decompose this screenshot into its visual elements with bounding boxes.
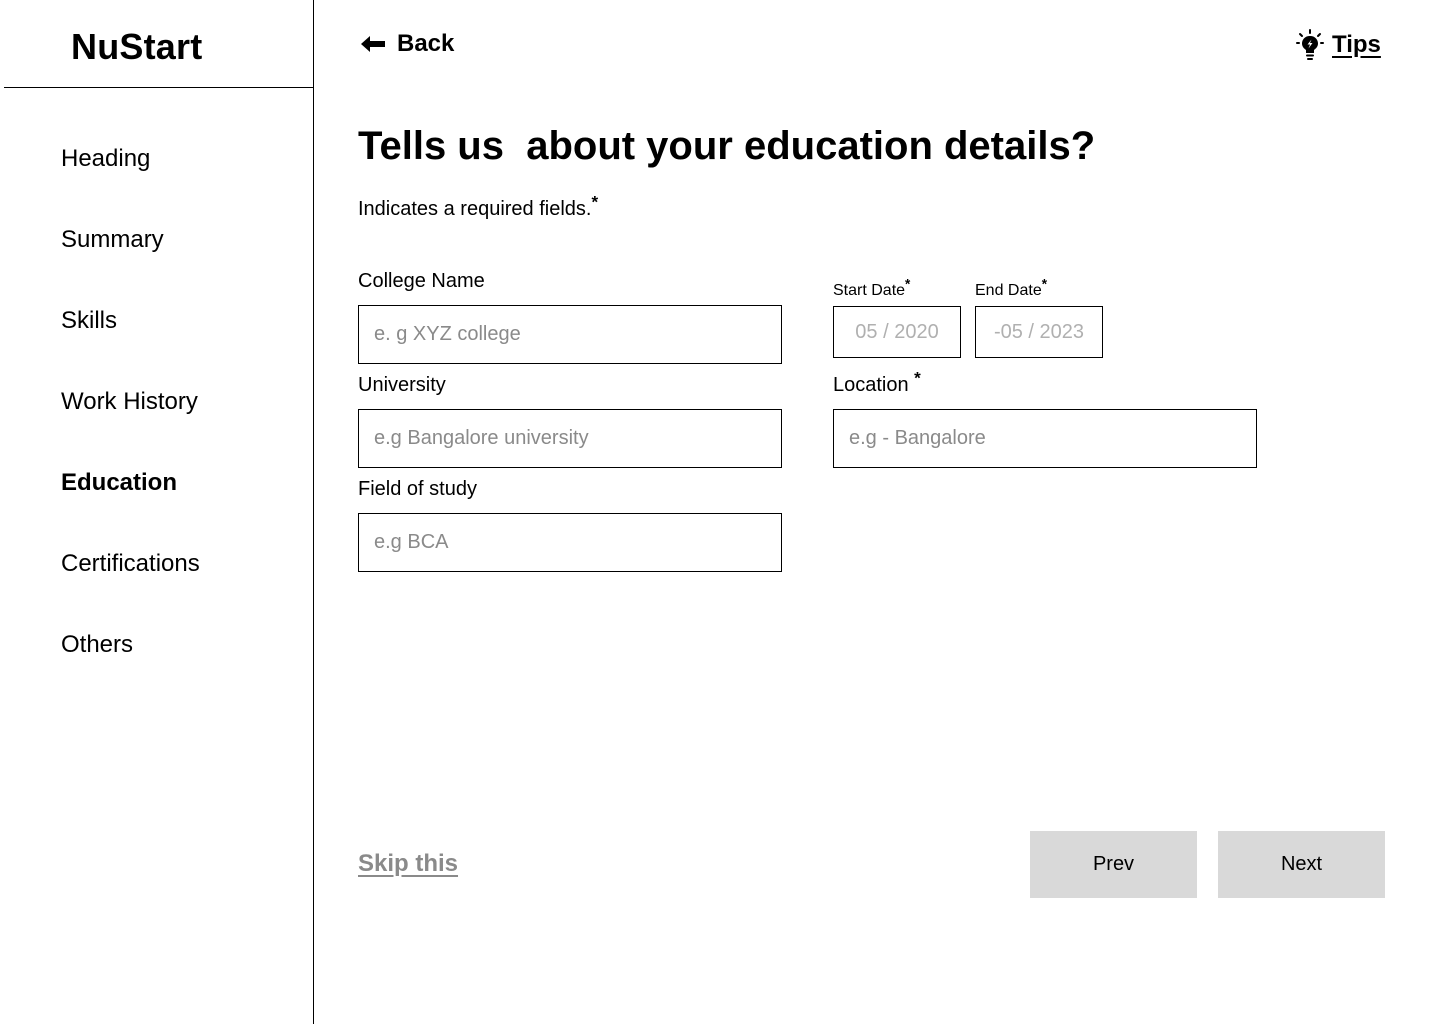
sidebar-item-others[interactable]: Others xyxy=(61,631,133,659)
start-date-label-text: Start Date xyxy=(833,282,906,299)
required-note-text: Indicates a required fields. xyxy=(358,198,592,220)
college-name-label: College Name xyxy=(358,270,485,292)
arrow-left-icon xyxy=(361,36,385,52)
location-label: Location * xyxy=(833,369,921,397)
sidebar-item-heading[interactable]: Heading xyxy=(61,145,150,173)
sidebar: NuStart Heading Summary Skills Work Hist… xyxy=(0,0,314,1024)
end-date-required-marker: * xyxy=(1041,276,1048,292)
back-button[interactable]: Back xyxy=(359,30,454,58)
main-content: Back Tips Tells us about your education … xyxy=(314,0,1440,1024)
required-marker: * xyxy=(591,192,599,212)
brand-header: NuStart xyxy=(4,0,314,88)
location-input[interactable] xyxy=(833,409,1257,468)
field-of-study-label: Field of study xyxy=(358,478,477,500)
end-date-label: End Date* xyxy=(975,277,1047,300)
next-button[interactable]: Next xyxy=(1218,831,1385,898)
required-fields-note: Indicates a required fields.* xyxy=(358,193,598,221)
end-date-label-text: End Date xyxy=(975,282,1042,299)
university-input[interactable] xyxy=(358,409,782,468)
prev-button[interactable]: Prev xyxy=(1030,831,1197,898)
sidebar-item-summary[interactable]: Summary xyxy=(61,226,164,254)
tips-label: Tips xyxy=(1332,31,1381,58)
brand-logo[interactable]: NuStart xyxy=(71,26,202,68)
sidebar-item-certifications[interactable]: Certifications xyxy=(61,550,200,578)
tips-link[interactable]: Tips xyxy=(1296,29,1381,61)
sidebar-item-skills[interactable]: Skills xyxy=(61,307,117,335)
field-of-study-input[interactable] xyxy=(358,513,782,572)
lightbulb-icon xyxy=(1296,29,1324,60)
location-label-text: Location xyxy=(833,374,915,396)
sidebar-item-education[interactable]: Education xyxy=(61,469,177,497)
skip-this-link[interactable]: Skip this xyxy=(358,850,458,878)
college-name-input[interactable] xyxy=(358,305,782,364)
university-label: University xyxy=(358,374,446,396)
start-date-input[interactable] xyxy=(833,306,961,358)
end-date-input[interactable] xyxy=(975,306,1103,358)
sidebar-item-work-history[interactable]: Work History xyxy=(61,388,198,416)
start-date-required-marker: * xyxy=(905,276,911,292)
page-title: Tells us about your education details? xyxy=(358,124,1096,168)
back-label: Back xyxy=(397,30,455,57)
start-date-label: Start Date* xyxy=(833,277,910,300)
location-required-marker: * xyxy=(914,368,921,388)
